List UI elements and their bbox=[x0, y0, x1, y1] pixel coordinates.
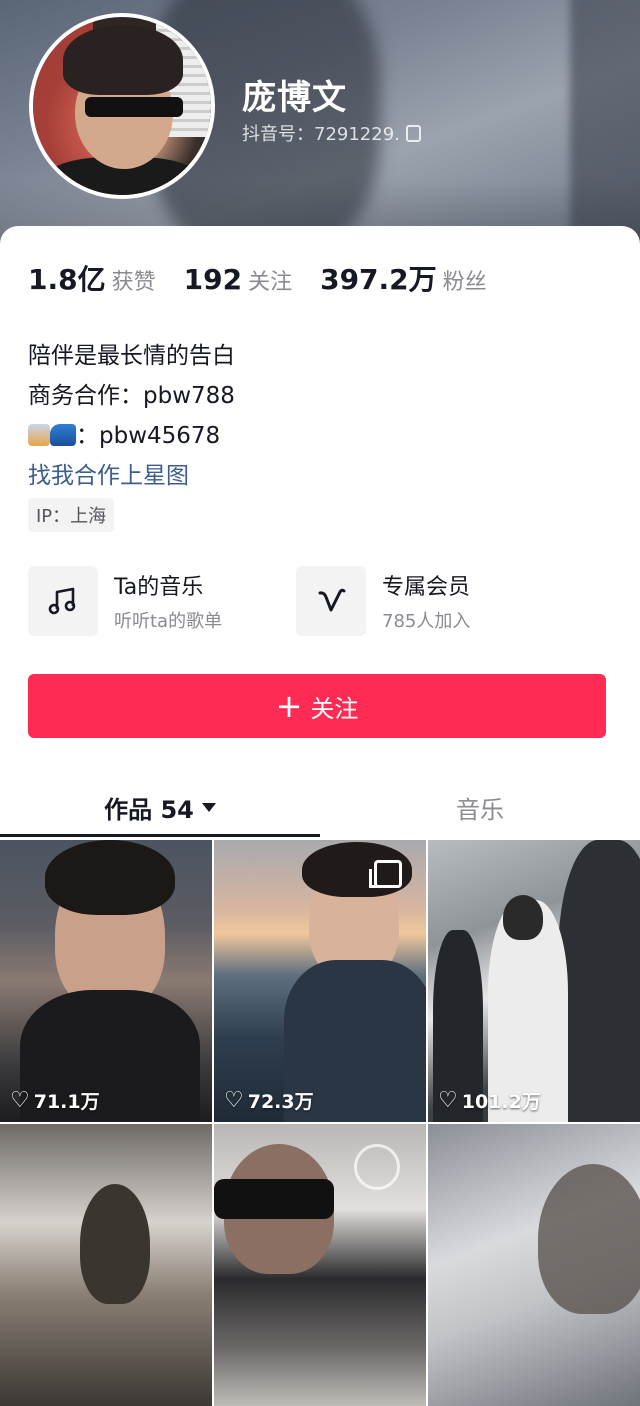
douyin-id-text: 抖音号：7291229. bbox=[242, 124, 400, 145]
membership-feature[interactable]: 专属会员 785人加入 bbox=[296, 566, 470, 636]
multi-image-icon bbox=[369, 860, 402, 888]
bio-line-2: 商务合作：pbw788 bbox=[28, 383, 235, 409]
likes-count: 1.8亿 bbox=[28, 263, 106, 296]
membership-feature-subtitle: 785人加入 bbox=[382, 611, 471, 632]
video-thumbnail[interactable] bbox=[214, 1124, 426, 1406]
v-logo-icon bbox=[296, 566, 366, 636]
star-map-link[interactable]: 找我合作上星图 bbox=[28, 456, 235, 496]
video-thumbnail[interactable] bbox=[0, 1124, 212, 1406]
music-note-icon bbox=[28, 566, 98, 636]
follow-button[interactable]: + 关注 bbox=[28, 674, 606, 738]
bio: 陪伴是最长情的告白 商务合作：pbw788 ：pbw45678 找我合作上星图 bbox=[28, 336, 235, 496]
heart-outline-icon: ♡ bbox=[10, 1088, 30, 1113]
stats-row: 1.8亿 获赞 192 关注 397.2万 粉丝 bbox=[28, 258, 515, 298]
followers-label[interactable]: 粉丝 bbox=[443, 264, 487, 296]
video-likes: ♡ 72.3万 bbox=[224, 1088, 314, 1113]
video-thumbnail[interactable]: ♡ 101.2万 bbox=[428, 840, 640, 1122]
music-feature[interactable]: Ta的音乐 听听ta的歌单 bbox=[28, 566, 222, 636]
heart-outline-icon: ♡ bbox=[224, 1088, 244, 1113]
video-thumbnail[interactable] bbox=[428, 1124, 640, 1406]
avatar[interactable] bbox=[29, 13, 215, 199]
bio-line-3-text: ：pbw45678 bbox=[76, 423, 221, 449]
sneaker-emoji-icon bbox=[50, 424, 76, 446]
copy-icon[interactable] bbox=[405, 124, 421, 142]
profile-name: 庞博文 bbox=[242, 78, 347, 118]
video-thumbnail[interactable]: ♡ 71.1万 bbox=[0, 840, 212, 1122]
video-thumbnail[interactable]: ♡ 72.3万 bbox=[214, 840, 426, 1122]
douyin-id[interactable]: 抖音号：7291229. bbox=[242, 120, 421, 146]
following-label[interactable]: 关注 bbox=[248, 264, 292, 296]
shirt-emoji-icon bbox=[28, 424, 50, 446]
bio-line-1: 陪伴是最长情的告白 bbox=[28, 343, 235, 369]
music-feature-title: Ta的音乐 bbox=[114, 575, 204, 600]
heart-outline-icon: ♡ bbox=[438, 1088, 458, 1113]
content-tabs: 作品 54 音乐 bbox=[0, 778, 640, 836]
tab-music[interactable]: 音乐 bbox=[320, 778, 640, 836]
profile-card: 1.8亿 获赞 192 关注 397.2万 粉丝 陪伴是最长情的告白 商务合作：… bbox=[0, 226, 640, 1406]
tab-works[interactable]: 作品 54 bbox=[0, 778, 320, 836]
active-tab-indicator bbox=[0, 834, 320, 837]
likes-label: 获赞 bbox=[111, 270, 156, 295]
plus-icon: + bbox=[275, 687, 303, 725]
followers-count[interactable]: 397.2万 bbox=[320, 258, 437, 298]
membership-feature-title: 专属会员 bbox=[382, 575, 471, 600]
following-count[interactable]: 192 bbox=[184, 263, 242, 296]
bio-line-3: ：pbw45678 bbox=[28, 416, 235, 456]
follow-button-label: 关注 bbox=[310, 694, 359, 723]
tab-music-label: 音乐 bbox=[456, 795, 504, 824]
music-feature-subtitle: 听听ta的歌单 bbox=[114, 611, 223, 632]
video-likes: ♡ 71.1万 bbox=[10, 1088, 100, 1113]
caret-down-icon bbox=[201, 802, 216, 812]
video-likes: ♡ 101.2万 bbox=[438, 1088, 541, 1113]
ip-location-tag: IP：上海 bbox=[28, 498, 115, 532]
tab-works-label: 作品 54 bbox=[104, 795, 194, 824]
